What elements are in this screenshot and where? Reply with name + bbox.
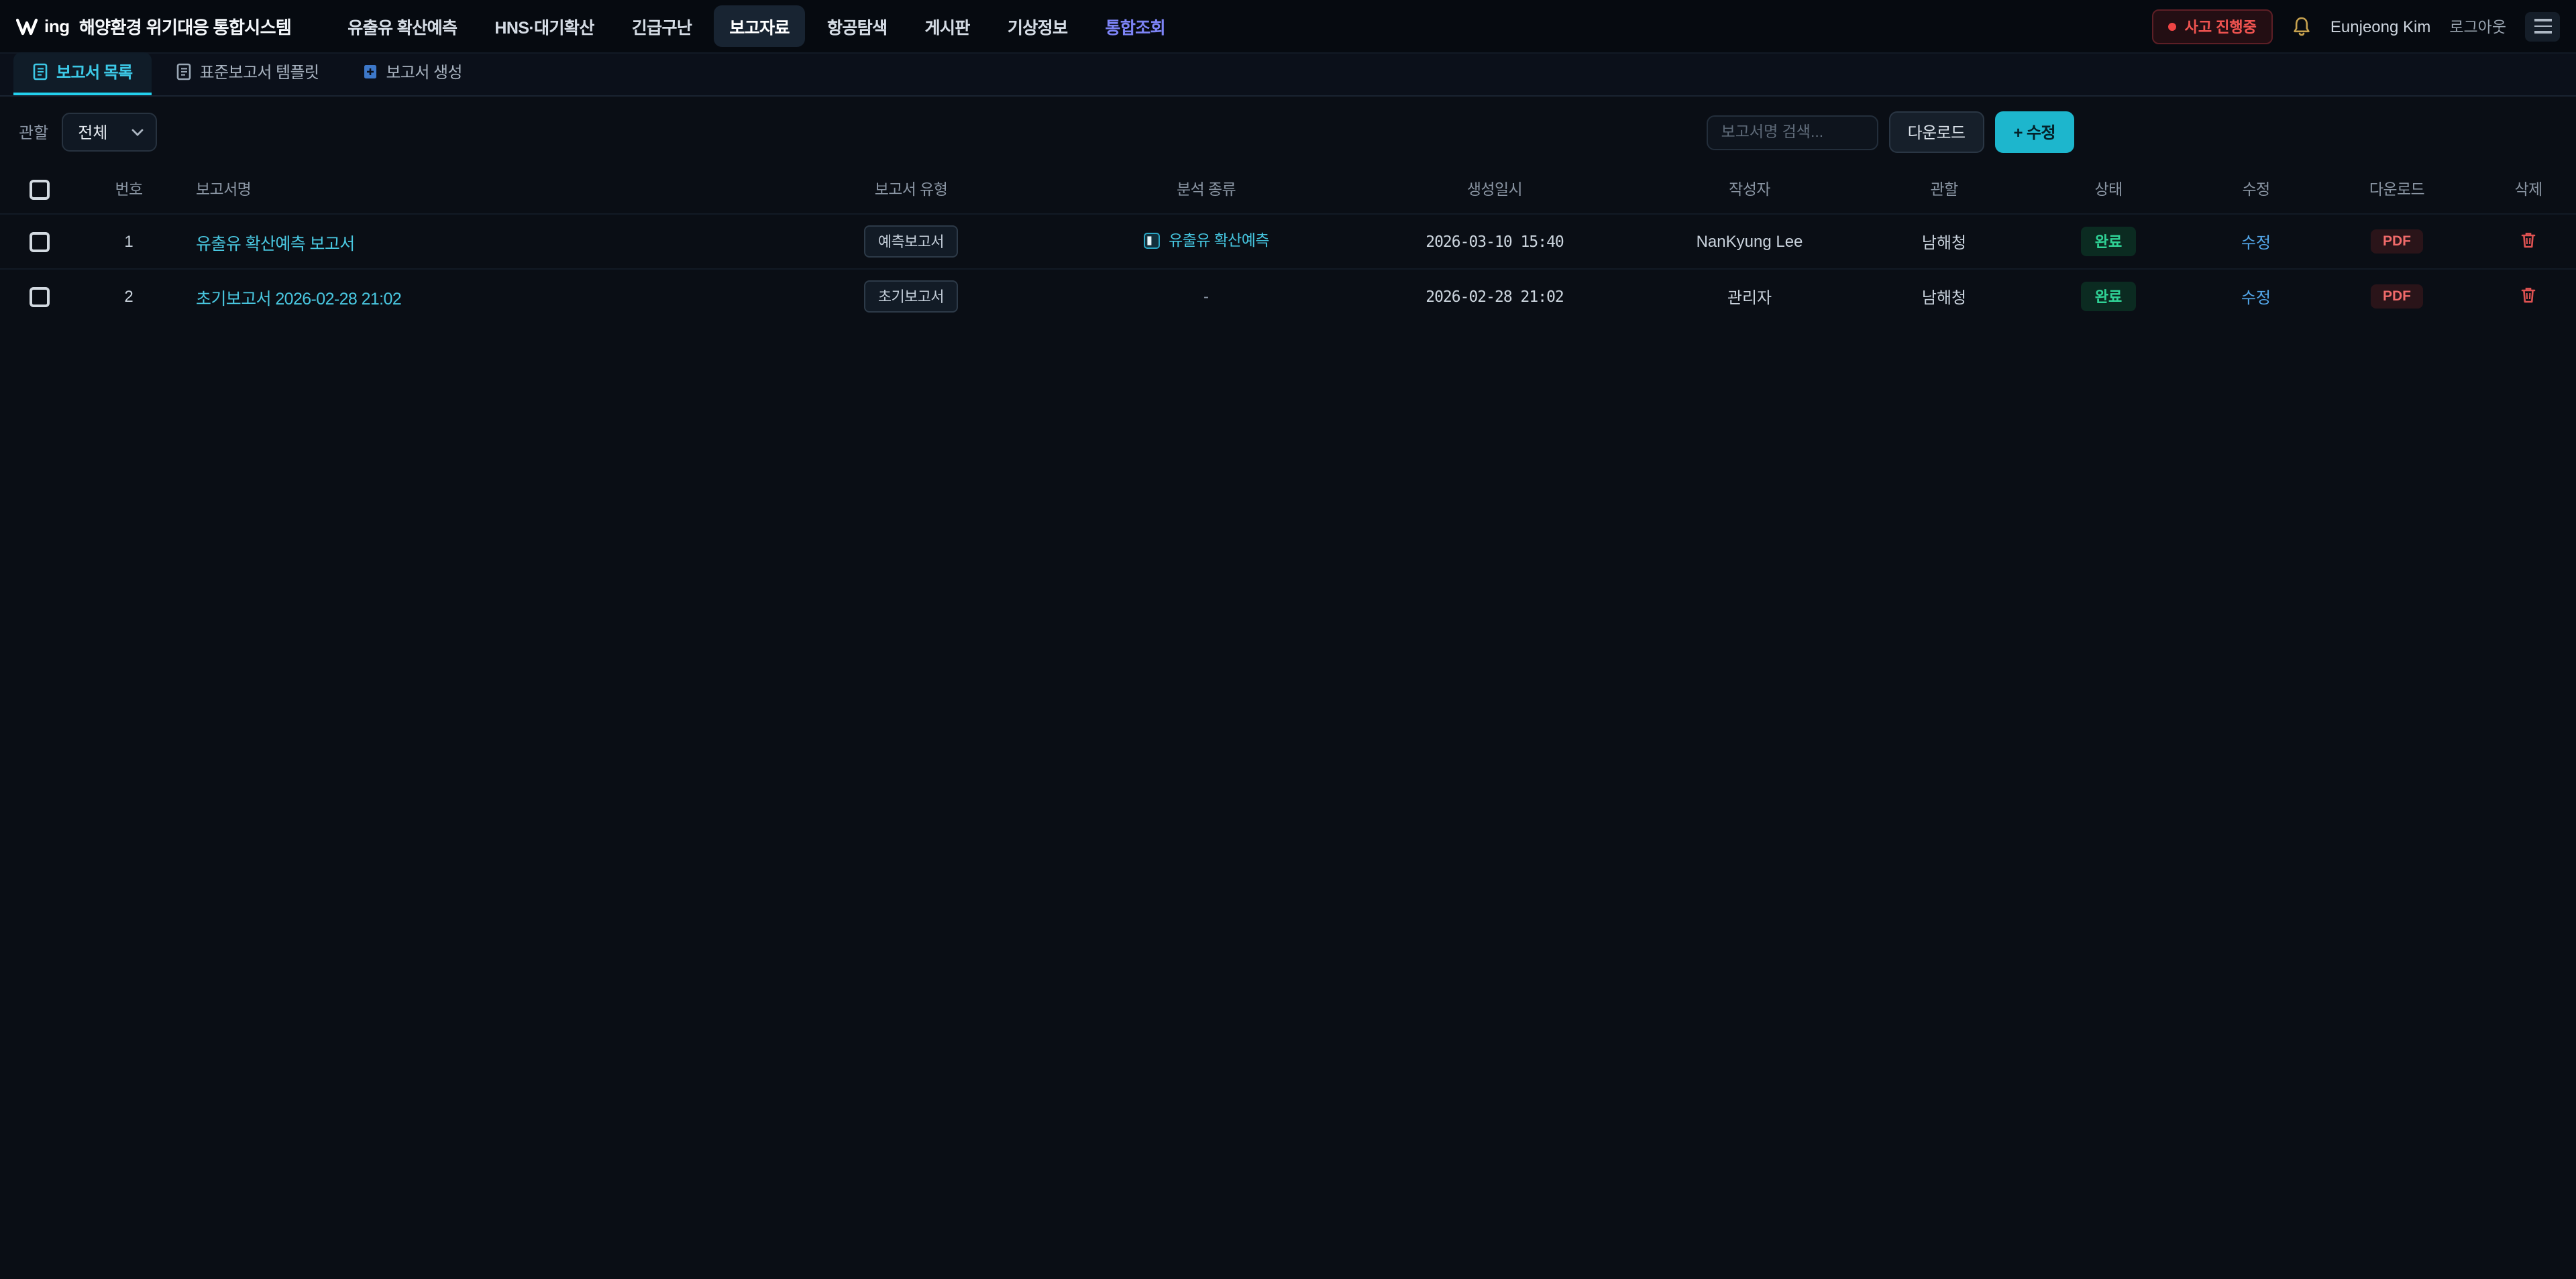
header-delete: 삭제 — [2481, 165, 2576, 214]
main-nav: 유출유 확산예측 HNS·대기확산 긴급구난 보고자료 항공탐색 게시판 기상정… — [331, 5, 1181, 47]
nav-item-integrated-search[interactable]: 통합조회 — [1089, 5, 1181, 47]
nav-item-rescue[interactable]: 긴급구난 — [616, 5, 708, 47]
analysis-icon — [1143, 232, 1161, 249]
header-report-name: 보고서명 — [180, 165, 770, 214]
header-jurisdiction: 관할 — [1870, 165, 2018, 214]
author: NanKyung Lee — [1629, 214, 1870, 269]
cell-no: 1 — [78, 214, 180, 269]
select-all-checkbox[interactable] — [29, 179, 49, 199]
created-at: 2026-03-10 15:40 — [1426, 232, 1564, 251]
jurisdiction-value: 전체 — [78, 121, 107, 144]
status-badge: 완료 — [2082, 282, 2136, 312]
incident-status-label: 사고 진행중 — [2185, 15, 2257, 37]
table-row: 1 유출유 확산예측 보고서 예측보고서 유출유 확산예측 2026-03-10… — [0, 214, 2576, 269]
row-checkbox[interactable] — [29, 287, 49, 307]
edit-link[interactable]: 수정 — [2241, 288, 2271, 307]
header-author: 작성자 — [1629, 165, 1870, 214]
tab-report-create[interactable]: 보고서 생성 — [343, 52, 481, 95]
pdf-download-button[interactable]: PDF — [2371, 229, 2423, 254]
header-download: 다운로드 — [2313, 165, 2481, 214]
analysis-type: 유출유 확산예측 — [1143, 230, 1269, 252]
tab-bar: 보고서 목록 표준보고서 템플릿 보고서 생성 — [0, 54, 2576, 97]
incident-status-badge[interactable]: 사고 진행중 — [2153, 9, 2273, 44]
row-checkbox[interactable] — [29, 231, 49, 252]
edit-link[interactable]: 수정 — [2241, 233, 2271, 252]
header-report-type: 보고서 유형 — [770, 165, 1052, 214]
brand-text: ing — [44, 16, 70, 36]
page: ing 해양환경 위기대응 통합시스템 유출유 확산예측 HNS·대기확산 긴급… — [0, 0, 2576, 1279]
report-list-icon — [32, 63, 48, 80]
nav-item-board[interactable]: 게시판 — [909, 5, 986, 47]
pdf-download-button[interactable]: PDF — [2371, 285, 2423, 309]
nav-item-reports[interactable]: 보고자료 — [713, 5, 806, 47]
report-name-link[interactable]: 초기보고서 2026-02-28 21:02 — [196, 290, 401, 309]
tab-report-template[interactable]: 표준보고서 템플릿 — [157, 52, 338, 95]
jurisdiction-select[interactable]: 전체 — [62, 113, 157, 152]
tab-report-list[interactable]: 보고서 목록 — [13, 52, 152, 95]
top-nav: ing 해양환경 위기대응 통합시스템 유출유 확산예측 HNS·대기확산 긴급… — [0, 0, 2576, 54]
incident-dot-icon — [2169, 22, 2177, 30]
header-analysis-type: 분석 종류 — [1052, 165, 1360, 214]
header-edit: 수정 — [2199, 165, 2313, 214]
author: 관리자 — [1629, 269, 1870, 324]
toolbar: 관할 전체 다운로드 + 수정 — [0, 97, 2576, 165]
report-type-badge: 초기보고서 — [865, 281, 957, 313]
create-report-icon — [362, 63, 378, 80]
delete-icon[interactable] — [2520, 286, 2537, 304]
tab-report-template-label: 표준보고서 템플릿 — [200, 60, 319, 83]
user-name: Eunjeong Kim — [2330, 17, 2430, 36]
app-title: 해양환경 위기대응 통합시스템 — [79, 13, 291, 39]
header-status: 상태 — [2018, 165, 2199, 214]
header-no: 번호 — [78, 165, 180, 214]
tab-report-create-label: 보고서 생성 — [386, 60, 462, 83]
logout-button[interactable]: 로그아웃 — [2449, 15, 2506, 37]
template-icon — [176, 63, 192, 80]
logo[interactable]: ing 해양환경 위기대응 통합시스템 — [16, 13, 291, 39]
nav-right: 사고 진행중 Eunjeong Kim 로그아웃 — [2153, 9, 2560, 44]
chevron-down-icon — [131, 128, 144, 136]
status-badge: 완료 — [2082, 227, 2136, 256]
download-button[interactable]: 다운로드 — [1889, 111, 1984, 153]
nav-item-oil-spill[interactable]: 유출유 확산예측 — [331, 5, 473, 47]
table-header-row: 번호 보고서명 보고서 유형 분석 종류 생성일시 작성자 관할 상태 수정 다… — [0, 165, 2576, 214]
table-row: 2 초기보고서 2026-02-28 21:02 초기보고서 - 2026-02… — [0, 269, 2576, 324]
edit-button[interactable]: + 수정 — [1995, 111, 2074, 153]
jurisdiction-label: 관할 — [19, 121, 48, 144]
cell-no: 2 — [78, 269, 180, 324]
report-table: 번호 보고서명 보고서 유형 분석 종류 생성일시 작성자 관할 상태 수정 다… — [0, 165, 2576, 324]
tab-report-list-label: 보고서 목록 — [56, 60, 133, 83]
nav-item-aerial-search[interactable]: 항공탐색 — [811, 5, 904, 47]
nav-item-weather[interactable]: 기상정보 — [991, 5, 1084, 47]
wing-logo-icon — [16, 17, 38, 36]
jurisdiction: 남해청 — [1870, 269, 2018, 324]
report-name-link[interactable]: 유출유 확산예측 보고서 — [196, 234, 355, 253]
report-type-badge: 예측보고서 — [865, 225, 957, 258]
jurisdiction: 남해청 — [1870, 214, 2018, 269]
menu-icon[interactable] — [2525, 11, 2560, 41]
search-input[interactable] — [1707, 115, 1878, 150]
nav-item-hns[interactable]: HNS·대기확산 — [478, 5, 610, 47]
created-at: 2026-02-28 21:02 — [1426, 288, 1564, 307]
header-created-at: 생성일시 — [1360, 165, 1629, 214]
delete-icon[interactable] — [2520, 230, 2537, 249]
analysis-type: - — [1203, 288, 1209, 307]
bell-icon[interactable] — [2292, 15, 2312, 37]
